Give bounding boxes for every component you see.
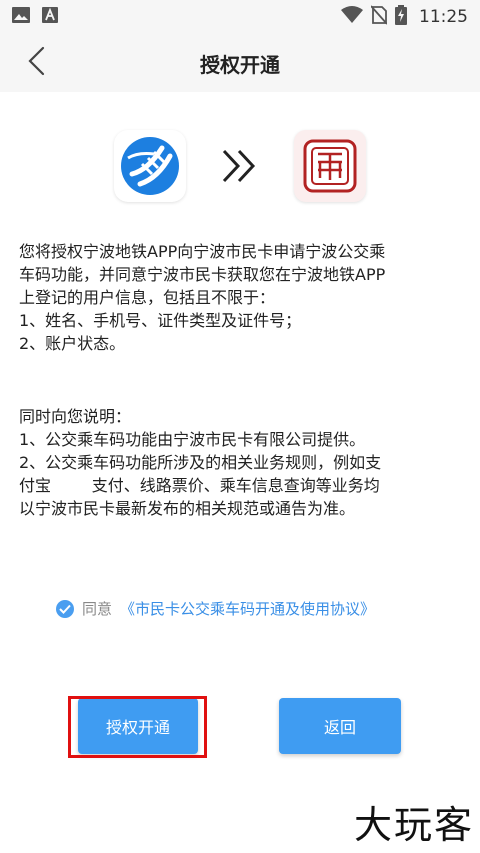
- ningbo-citizen-card-logo: [294, 130, 366, 202]
- a-icon: [42, 7, 58, 27]
- double-chevron-right-icon: [221, 148, 259, 184]
- status-time: 11:25: [419, 7, 468, 27]
- ningbo-metro-logo: [114, 130, 186, 202]
- notice-line: 同时向您说明：: [19, 407, 132, 426]
- battery-charging-icon: [395, 5, 407, 29]
- notice-line: 1、公交乘车码功能由宁波市民卡有限公司提供。: [19, 430, 366, 449]
- page-title: 授权开通: [200, 52, 280, 77]
- no-sim-icon: [370, 5, 388, 29]
- highlight-box: [68, 696, 207, 758]
- agreement-row: 同意 《市民卡公交乘车码开通及使用协议》: [56, 598, 375, 619]
- authorization-notice: 您将授权宁波地铁APP向宁波市民卡申请宁波公交乘 车码功能，并同意宁波市民卡获取…: [19, 240, 465, 355]
- notice-line: 车码功能，并同意宁波市民卡获取您在宁波地铁APP: [19, 265, 386, 284]
- agree-label: 同意: [82, 600, 113, 618]
- chevron-left-icon: [27, 46, 45, 80]
- notice-line: 1、姓名、手机号、证件类型及证件号；: [19, 311, 302, 330]
- agree-checkbox[interactable]: [56, 599, 74, 618]
- notice-line: 上登记的用户信息，包括且不限于：: [19, 288, 276, 307]
- notice-line: 付宝 支付、线路票价、乘车信息查询等业务均: [19, 476, 380, 495]
- app-logos: [0, 130, 480, 202]
- agreement-link[interactable]: 《市民卡公交乘车码开通及使用协议》: [120, 598, 375, 619]
- nav-bar: 授权开通: [0, 34, 480, 92]
- explanation-notice: 同时向您说明： 1、公交乘车码功能由宁波市民卡有限公司提供。 2、公交乘车码功能…: [19, 405, 465, 520]
- return-button[interactable]: 返回: [279, 698, 401, 754]
- check-icon: [59, 604, 71, 614]
- notice-line: 2、公交乘车码功能所涉及的相关业务规则，例如支: [19, 453, 382, 472]
- notice-line: 您将授权宁波地铁APP向宁波市民卡申请宁波公交乘: [19, 242, 386, 261]
- status-bar: 11:25: [0, 0, 480, 34]
- watermark: 大玩客: [353, 803, 474, 847]
- notice-line: 2、账户状态。: [19, 334, 126, 353]
- image-icon: [12, 7, 30, 27]
- main-content: 您将授权宁波地铁APP向宁波市民卡申请宁波公交乘 车码功能，并同意宁波市民卡获取…: [0, 92, 480, 853]
- wifi-icon: [341, 6, 363, 28]
- back-button[interactable]: [18, 44, 54, 82]
- notice-line: 以宁波市民卡最新发布的相关规范或通告为准。: [19, 499, 356, 518]
